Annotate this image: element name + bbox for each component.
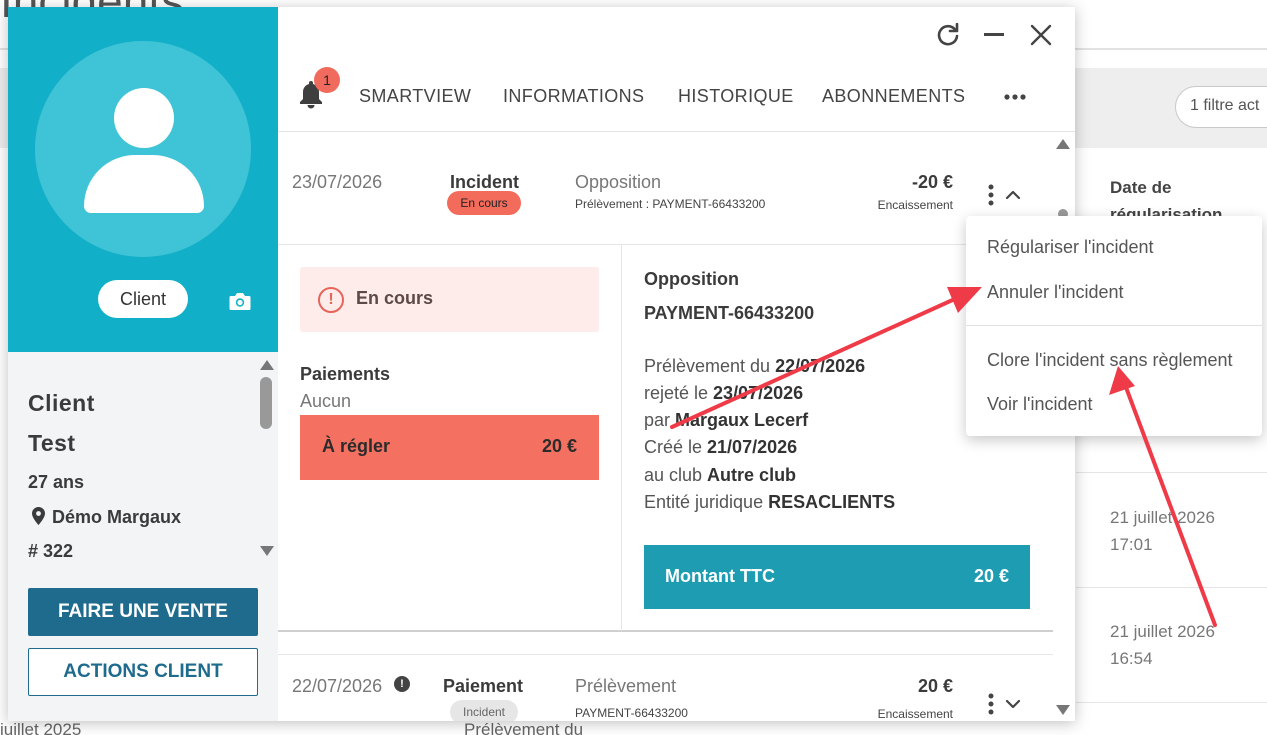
- info-icon[interactable]: !: [394, 676, 410, 692]
- payments-title: Paiements: [300, 364, 391, 384]
- detail-line: Créé le 21/07/2026: [644, 437, 798, 457]
- status-badge: Incident: [450, 700, 518, 721]
- table-cell-date: 21 juillet 2026: [1110, 622, 1215, 641]
- menu-item-clore[interactable]: Clore l'incident sans règlement: [987, 350, 1233, 371]
- details-divider: [621, 245, 622, 631]
- row-amount-type: Encaissement: [877, 198, 953, 212]
- client-id: # 322: [28, 541, 74, 561]
- row-divider: [1076, 702, 1267, 703]
- row-reference: Prélèvement : PAYMENT-66433200: [575, 197, 766, 211]
- client-actions-button[interactable]: ACTIONS CLIENT: [28, 648, 258, 696]
- list-item-incident[interactable]: 23/07/2026 Incident En cours Opposition …: [278, 132, 1053, 244]
- client-sidebar: Client Client Test 27 ans Démo Margaux #…: [8, 7, 278, 721]
- incident-status-box: ! En cours: [300, 267, 599, 332]
- row-amount: -20 €: [911, 172, 953, 192]
- row-amount: 20 €: [917, 676, 953, 696]
- detail-line: Entité juridique RESACLIENTS: [644, 492, 896, 512]
- detail-line: rejeté le 23/07/2026: [644, 383, 804, 403]
- history-list: 23/07/2026 Incident En cours Opposition …: [278, 132, 1053, 721]
- table-cell-time: 17:01: [1110, 535, 1153, 554]
- detail-line: Prélèvement du 22/07/2026: [644, 356, 866, 376]
- table-cell-date: 21 juillet 2026: [1110, 508, 1215, 527]
- tab-historique[interactable]: HISTORIQUE: [678, 86, 794, 107]
- row-date: 23/07/2026: [292, 172, 383, 192]
- menu-item-annuler[interactable]: Annuler l'incident: [987, 282, 1124, 303]
- client-type-chip: Client: [98, 280, 188, 318]
- table-cell-time: 16:54: [1110, 649, 1153, 668]
- row-divider: [1076, 472, 1267, 473]
- notification-badge: 1: [314, 67, 340, 93]
- amount-due-bar: À régler 20 €: [300, 415, 599, 480]
- incident-actions-menu: Régulariser l'incident Annuler l'inciden…: [966, 216, 1262, 436]
- row-label: Opposition: [575, 172, 662, 192]
- row-date: 22/07/2026: [292, 676, 383, 696]
- total-bar: Montant TTC 20 €: [644, 545, 1030, 609]
- payments-empty: Aucun: [300, 391, 352, 411]
- menu-item-voir[interactable]: Voir l'incident: [987, 394, 1093, 415]
- scroll-up-arrow-icon[interactable]: [1056, 139, 1070, 149]
- client-age: 27 ans: [28, 472, 85, 492]
- incident-status-text: En cours: [356, 288, 434, 308]
- close-icon[interactable]: [1030, 24, 1052, 46]
- tab-informations[interactable]: INFORMATIONS: [503, 86, 644, 107]
- row-divider: [1076, 587, 1267, 588]
- details-title: Opposition: [644, 269, 739, 289]
- status-badge: En cours: [447, 191, 521, 215]
- sidebar-scrollbar[interactable]: [258, 360, 274, 560]
- amount-due-label: À régler: [322, 436, 391, 456]
- client-location: Démo Margaux: [52, 507, 182, 527]
- client-info: Client Test 27 ans Démo Margaux # 322: [8, 352, 278, 577]
- client-last-name: Test: [28, 430, 76, 456]
- total-amount: 20 €: [973, 566, 1009, 586]
- kebab-menu-icon[interactable]: [988, 693, 994, 715]
- camera-icon[interactable]: [228, 291, 252, 311]
- filter-chip[interactable]: 1 filtre act: [1175, 86, 1267, 128]
- row-type: Paiement: [443, 676, 524, 696]
- tab-abonnements[interactable]: ABONNEMENTS: [822, 86, 965, 107]
- chevron-down-icon[interactable]: [1005, 699, 1021, 709]
- scroll-down-arrow-icon[interactable]: [1056, 705, 1070, 715]
- row-type: Incident: [450, 172, 520, 192]
- kebab-menu-icon[interactable]: [988, 184, 994, 206]
- row-label: Prélèvement: [575, 676, 677, 696]
- scroll-down-arrow-icon[interactable]: [260, 546, 274, 556]
- more-horizontal-icon[interactable]: [1003, 93, 1027, 101]
- chevron-up-icon[interactable]: [1005, 190, 1021, 200]
- menu-item-regulariser[interactable]: Régulariser l'incident: [987, 237, 1154, 258]
- row-reference: PAYMENT-66433200: [575, 706, 688, 720]
- avatar: [35, 41, 251, 257]
- details-reference: PAYMENT-66433200: [644, 303, 815, 323]
- tab-smartview[interactable]: SMARTVIEW: [359, 86, 471, 107]
- incident-details: ! En cours Paiements Aucun À régler 20 €…: [278, 244, 1053, 632]
- minimize-icon[interactable]: [984, 33, 1004, 36]
- location-pin-icon: [32, 507, 45, 525]
- avatar-body: [84, 155, 204, 213]
- make-sale-button[interactable]: FAIRE UNE VENTE: [28, 588, 258, 636]
- alert-icon: !: [318, 287, 344, 313]
- avatar-head: [114, 88, 174, 148]
- list-item-payment[interactable]: 22/07/2026 ! Paiement Incident Prélèveme…: [278, 654, 1053, 721]
- menu-divider: [966, 325, 1262, 326]
- client-hero: Client: [8, 7, 278, 352]
- total-label: Montant TTC: [665, 566, 775, 586]
- row-amount-type: Encaissement: [877, 707, 953, 721]
- detail-line: par Margaux Lecerf: [644, 410, 809, 430]
- table-cell-partial: Prélèvement du: [464, 720, 584, 735]
- refresh-icon[interactable]: [936, 23, 960, 47]
- table-cell-partial: juillet 2025: [0, 720, 82, 735]
- scroll-thumb[interactable]: [260, 377, 272, 429]
- client-modal: Client Client Test 27 ans Démo Margaux #…: [8, 7, 1075, 721]
- detail-line: au club Autre club: [644, 465, 797, 485]
- scroll-up-arrow-icon[interactable]: [260, 360, 274, 370]
- amount-due-value: 20 €: [541, 436, 577, 456]
- client-first-name: Client: [28, 390, 95, 416]
